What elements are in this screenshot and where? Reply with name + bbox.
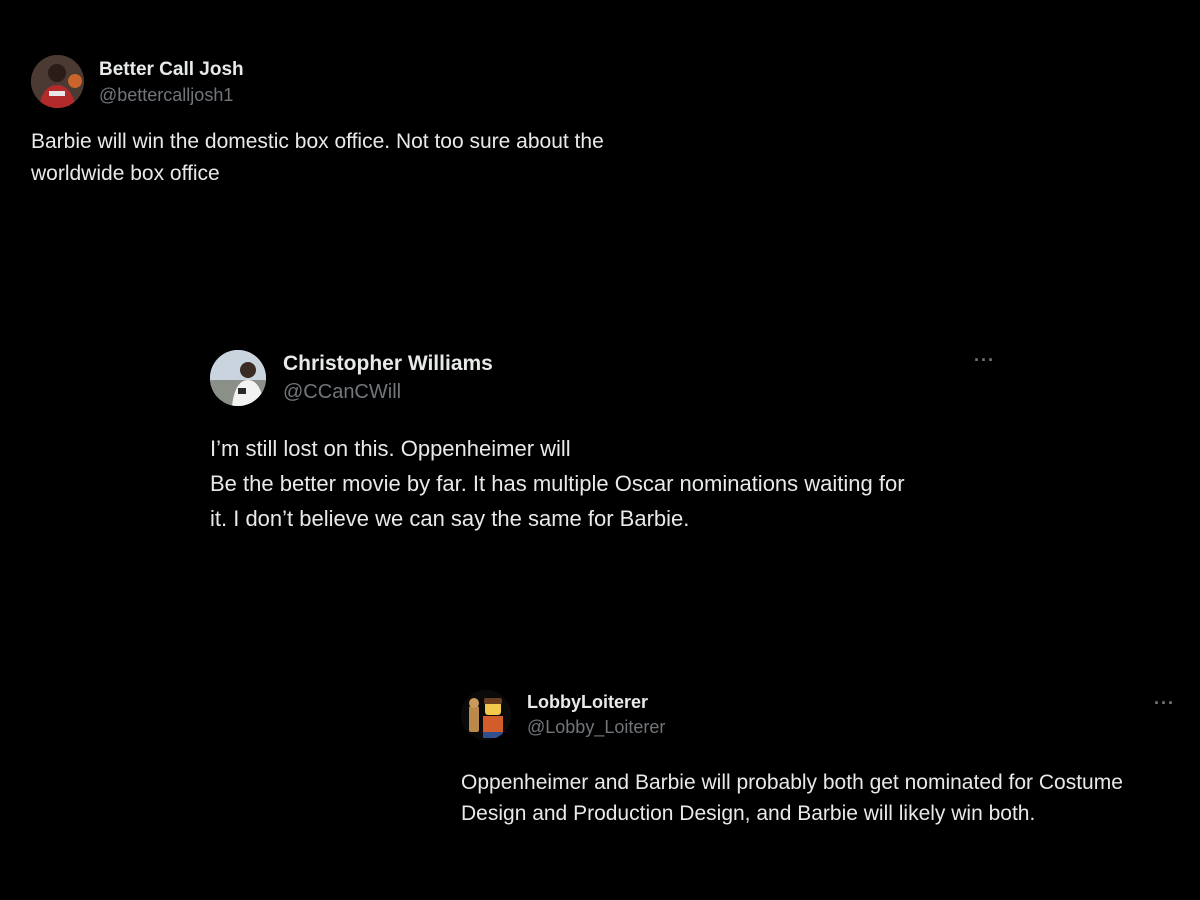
user-handle[interactable]: @CCanCWill <box>283 378 493 406</box>
tweet-header: LobbyLoiterer @Lobby_Loiterer <box>461 690 1191 740</box>
avatar[interactable] <box>31 55 84 108</box>
tweet[interactable]: Better Call Josh @bettercalljosh1 Barbie… <box>31 55 711 190</box>
avatar[interactable] <box>461 690 511 740</box>
tweet-header: Better Call Josh @bettercalljosh1 <box>31 55 711 108</box>
avatar-image <box>461 690 511 740</box>
avatar[interactable] <box>210 350 266 406</box>
avatar-image <box>210 350 266 406</box>
more-options-icon[interactable]: ··· <box>974 350 995 371</box>
display-name[interactable]: Christopher Williams <box>283 350 493 378</box>
tweet[interactable]: Christopher Williams @CCanCWill I’m stil… <box>210 350 1000 536</box>
user-handle[interactable]: @bettercalljosh1 <box>99 83 244 107</box>
author-info: Christopher Williams @CCanCWill <box>283 350 493 406</box>
display-name[interactable]: Better Call Josh <box>99 57 244 83</box>
user-handle[interactable]: @Lobby_Loiterer <box>527 714 665 740</box>
tweet-header: Christopher Williams @CCanCWill <box>210 350 1000 406</box>
avatar-image <box>31 55 84 108</box>
tweet-text: I’m still lost on this. Oppenheimer will… <box>210 436 905 531</box>
tweet-text: Oppenheimer and Barbie will probably bot… <box>461 771 1123 825</box>
display-name[interactable]: LobbyLoiterer <box>527 690 665 714</box>
tweet-text: Barbie will win the domestic box office.… <box>31 130 604 185</box>
more-options-icon[interactable]: ··· <box>1154 693 1175 714</box>
author-info: Better Call Josh @bettercalljosh1 <box>99 57 244 107</box>
author-info: LobbyLoiterer @Lobby_Loiterer <box>527 690 665 740</box>
tweet[interactable]: LobbyLoiterer @Lobby_Loiterer Oppenheime… <box>461 690 1191 829</box>
